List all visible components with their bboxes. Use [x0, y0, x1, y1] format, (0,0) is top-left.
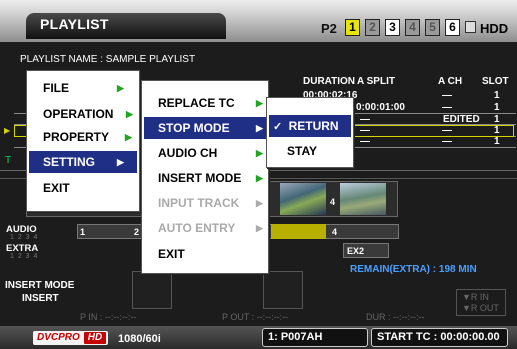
- p-in-timecode: P IN : --:--:--:--: [80, 312, 137, 322]
- table-cell: 0:00:01:00: [356, 102, 405, 113]
- menu-item-exit[interactable]: EXIT: [29, 177, 137, 199]
- col-slot: SLOT: [482, 76, 509, 87]
- audio-clip-highlight: [271, 224, 326, 239]
- menu-item-label: STAY: [287, 144, 318, 158]
- menu-item-label: PROPERTY: [43, 130, 110, 144]
- duration-timecode: DUR : --:--:--:--: [366, 312, 425, 322]
- menu-item-label: RETURN: [288, 119, 339, 133]
- menu-item-file[interactable]: FILE ▶: [29, 77, 137, 99]
- start-tc: START TC : 00:00:00.00: [377, 331, 500, 343]
- menu-item-label: INSERT MODE: [158, 171, 242, 185]
- menu-item-audio-ch[interactable]: AUDIO CH ▶: [144, 142, 266, 164]
- extra-channels: 1 2 3 4: [10, 253, 39, 260]
- menu-item-operation[interactable]: OPERATION ▶: [29, 103, 137, 125]
- table-cell: 1: [494, 136, 500, 147]
- submenu-arrow-icon: ▶: [256, 148, 263, 158]
- hdd-icon: [465, 21, 476, 33]
- page-title: PLAYLIST: [40, 16, 109, 32]
- hdd-label: HDD: [480, 21, 509, 36]
- table-cell: —: [442, 136, 452, 147]
- menu-item-stay[interactable]: STAY: [269, 140, 351, 162]
- menu-item-property[interactable]: PROPERTY ▶: [29, 126, 137, 148]
- table-cell: 1: [494, 90, 500, 101]
- menu-item-label: EXIT: [43, 181, 70, 195]
- table-cell: 1: [494, 102, 500, 113]
- menu-item-label: INPUT TRACK: [158, 196, 240, 210]
- clip-number: 4: [330, 197, 336, 207]
- submenu-arrow-icon: ▶: [256, 198, 263, 208]
- slot-1-indicator: 1: [345, 19, 360, 36]
- menu-item-replace-tc[interactable]: REPLACE TC ▶: [144, 92, 266, 114]
- menu-item-label: REPLACE TC: [158, 96, 235, 110]
- row-pointer-icon: ▶: [4, 126, 11, 135]
- clip-number: 1: [80, 227, 86, 237]
- track-marker: T: [5, 155, 12, 166]
- video-thumbnail: [280, 183, 326, 215]
- remain-indicator: REMAIN(EXTRA) : 198 MIN: [350, 264, 477, 275]
- table-cell: —: [442, 102, 452, 113]
- submenu-arrow-icon: ▶: [256, 223, 263, 233]
- clip-number: 2: [134, 227, 140, 237]
- col-a-split: A SPLIT: [357, 76, 395, 87]
- slot-2-indicator: 2: [365, 19, 380, 36]
- setting-submenu: REPLACE TC ▶ STOP MODE ▶ AUDIO CH ▶ INSE…: [141, 80, 269, 274]
- submenu-arrow-icon: ▶: [117, 157, 124, 167]
- menu-item-label: AUDIO CH: [158, 146, 218, 160]
- p-out-thumbnail: [263, 271, 303, 309]
- clip-number: 4: [332, 227, 338, 237]
- extra-clip-label: EX2: [347, 246, 365, 256]
- stop-mode-submenu: ✓ RETURN STAY: [266, 97, 354, 168]
- col-a-ch: A CH: [438, 76, 463, 87]
- menu-item-label: AUTO ENTRY: [158, 221, 236, 235]
- menu-item-stop-mode[interactable]: STOP MODE ▶: [144, 117, 266, 139]
- dvcpro-logo-text: DVCPRO: [37, 332, 80, 343]
- menu-item-label: SETTING: [43, 155, 96, 169]
- slot-3-indicator: 3: [385, 19, 400, 36]
- dvcpro-hd-badge: HD: [84, 332, 106, 344]
- menu-item-insert-mode[interactable]: INSERT MODE ▶: [144, 167, 266, 189]
- submenu-arrow-icon: ▶: [256, 123, 263, 133]
- menu-item-label: FILE: [43, 81, 69, 95]
- playlist-name: PLAYLIST NAME : SAMPLE PLAYLIST: [20, 54, 196, 65]
- submenu-arrow-icon: ▶: [117, 83, 124, 93]
- menu-item-return[interactable]: ✓ RETURN: [269, 115, 351, 137]
- format-label: 1080/60i: [118, 333, 161, 345]
- menu-item-input-track[interactable]: INPUT TRACK ▶: [144, 192, 266, 214]
- submenu-arrow-icon: ▶: [126, 109, 133, 119]
- p2-label: P2: [321, 21, 337, 36]
- col-duration: DURATION: [303, 76, 356, 87]
- main-menu: FILE ▶ OPERATION ▶ PROPERTY ▶ SETTING ▶ …: [26, 70, 140, 212]
- video-thumbnail: [340, 183, 386, 215]
- table-cell: —: [442, 90, 452, 101]
- clip-id: 1: P007AH: [268, 331, 323, 343]
- submenu-arrow-icon: ▶: [256, 173, 263, 183]
- menu-item-label: OPERATION: [43, 107, 114, 121]
- r-in-label: ▼R IN: [462, 292, 489, 302]
- menu-item-label: STOP MODE: [158, 121, 230, 135]
- r-out-label: ▼R OUT: [462, 303, 499, 313]
- menu-item-setting[interactable]: SETTING ▶: [29, 151, 137, 173]
- slot-5-indicator: 5: [425, 19, 440, 36]
- slot-6-indicator: 6: [445, 19, 460, 36]
- submenu-arrow-icon: ▶: [256, 98, 263, 108]
- check-icon: ✓: [273, 121, 283, 133]
- menu-item-exit[interactable]: EXIT: [144, 243, 266, 265]
- insert-mode-label: INSERT MODE: [5, 280, 75, 291]
- menu-item-auto-entry[interactable]: AUTO ENTRY ▶: [144, 217, 266, 239]
- p-in-thumbnail: [132, 271, 172, 309]
- submenu-arrow-icon: ▶: [125, 132, 132, 142]
- p-out-timecode: P OUT : --:--:--:--: [222, 312, 289, 322]
- insert-mode-value: INSERT: [22, 293, 59, 304]
- slot-4-indicator: 4: [405, 19, 420, 36]
- audio-channels: 1 2 3 4: [10, 234, 39, 241]
- table-cell: —: [360, 136, 370, 147]
- menu-item-label: EXIT: [158, 247, 185, 261]
